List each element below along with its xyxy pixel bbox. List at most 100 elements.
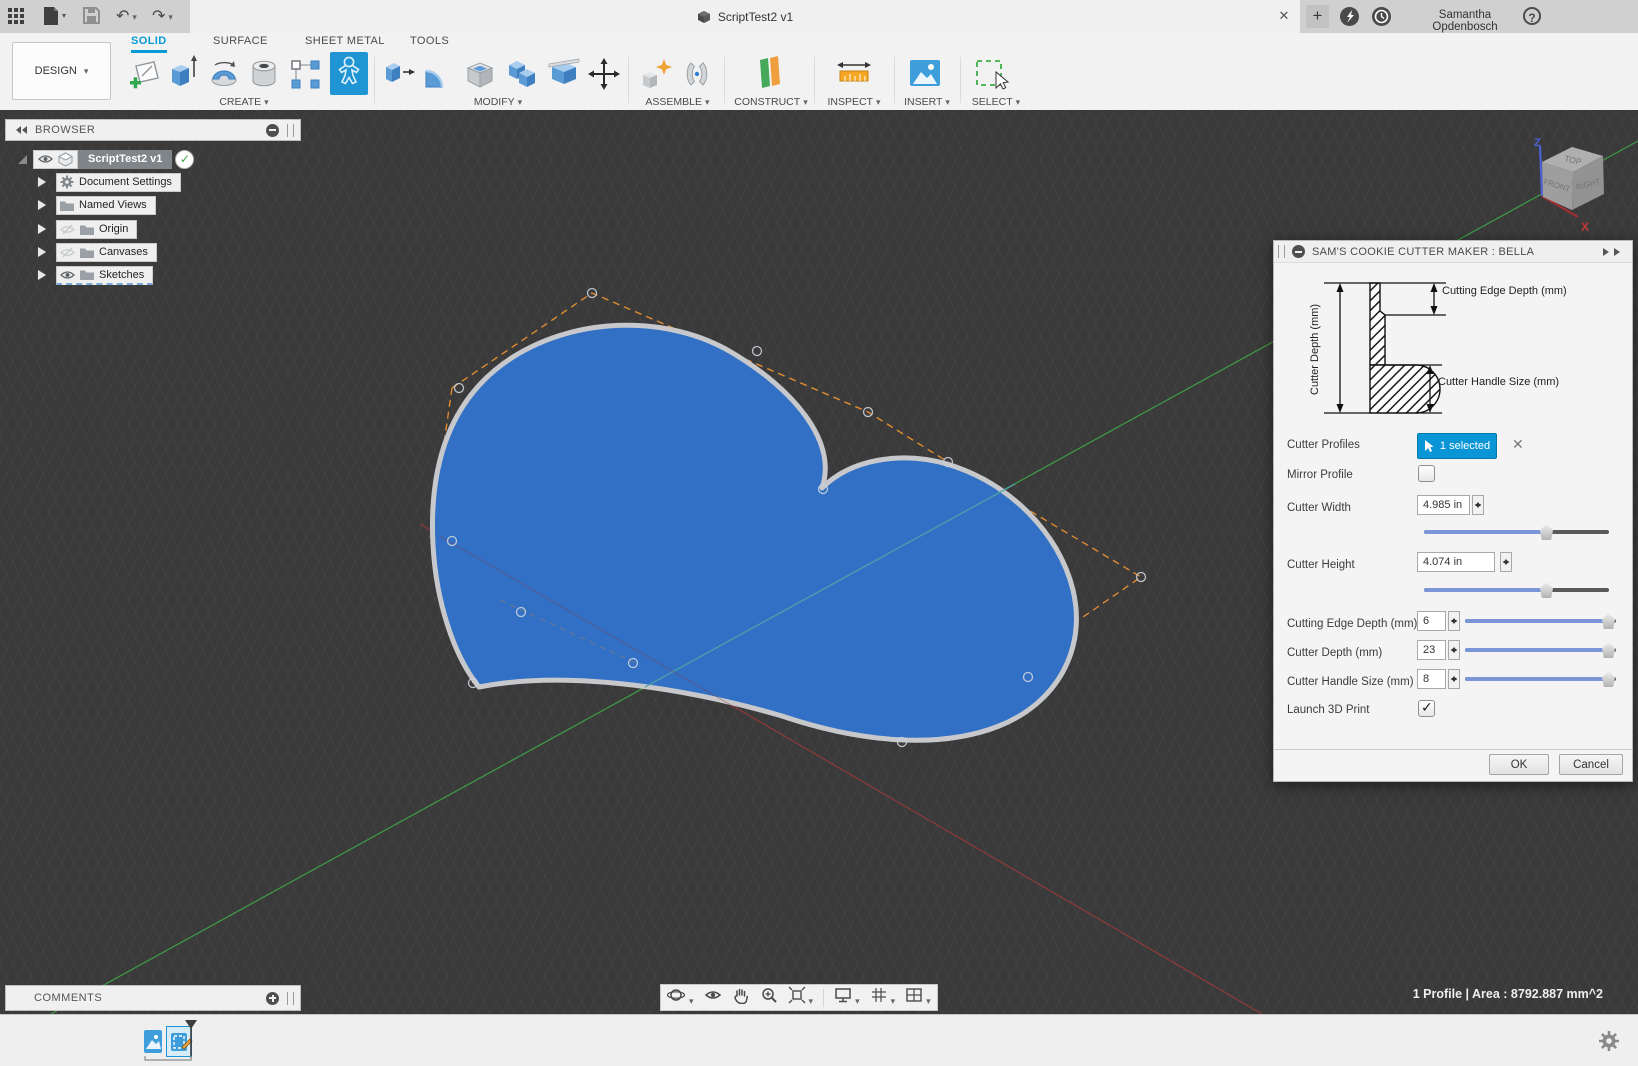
file-menu-icon[interactable] [42, 6, 68, 26]
redo-icon[interactable]: ↷ [152, 6, 173, 26]
create-sketch-icon[interactable] [128, 57, 162, 96]
launch-3d-print-checkbox[interactable] [1418, 700, 1435, 717]
group-modify[interactable]: MODIFY [468, 96, 528, 108]
cutter-width-slider[interactable] [1424, 530, 1609, 534]
cancel-button[interactable]: Cancel [1559, 754, 1623, 775]
pattern-icon[interactable] [288, 57, 322, 96]
cutter-height-input[interactable] [1417, 552, 1495, 572]
document-tab[interactable]: ScriptTest2 v1 ✕ [190, 0, 1300, 33]
group-select[interactable]: SELECT [966, 96, 1026, 108]
new-tab-button[interactable]: + [1306, 5, 1329, 28]
close-tab-icon[interactable]: ✕ [1276, 8, 1292, 24]
cutter-handle-size-input[interactable] [1417, 669, 1446, 689]
visibility-off-eye-icon[interactable] [60, 224, 75, 235]
tab-surface[interactable]: SURFACE [213, 35, 268, 47]
dialog-dock-icon[interactable] [1603, 248, 1624, 256]
dialog-drag-handle[interactable] [1278, 245, 1285, 258]
tab-tools[interactable]: TOOLS [410, 35, 449, 47]
timeline-settings-gear-icon[interactable] [1598, 1030, 1620, 1057]
revolve-icon[interactable] [206, 57, 242, 96]
extensions-icon[interactable] [1340, 7, 1359, 26]
browser-drag-handle[interactable] [287, 124, 294, 137]
group-construct[interactable]: CONSTRUCT [730, 96, 812, 108]
cutting-edge-depth-stepper[interactable] [1448, 611, 1460, 631]
cutter-depth-slider[interactable] [1465, 648, 1616, 652]
hole-icon[interactable] [246, 57, 282, 96]
group-insert[interactable]: INSERT [898, 96, 956, 108]
cutter-depth-input[interactable] [1417, 640, 1446, 660]
joint-icon[interactable] [680, 57, 714, 98]
cutter-height-stepper[interactable] [1500, 552, 1512, 572]
extrude-icon[interactable] [166, 53, 200, 96]
cookie-cutter-maker-icon[interactable] [330, 52, 368, 95]
visibility-eye-icon[interactable] [60, 270, 75, 280]
cutter-handle-size-stepper[interactable] [1448, 669, 1460, 689]
cutter-profiles-select-button[interactable]: 1 selected [1417, 433, 1497, 459]
cutter-height-slider[interactable] [1424, 588, 1609, 592]
mirror-profile-checkbox[interactable] [1418, 465, 1435, 482]
timeline-canvas-feature[interactable] [144, 1030, 162, 1053]
cutter-width-input[interactable] [1417, 495, 1470, 515]
user-name[interactable]: Samantha Opdenbosch [1405, 9, 1525, 33]
look-at-icon[interactable] [704, 986, 722, 1009]
shell-icon[interactable] [462, 57, 498, 96]
split-body-icon[interactable] [546, 53, 584, 96]
tree-row-root[interactable]: ScriptTest2 v1 ✓ [18, 149, 194, 169]
tree-row-canvases[interactable]: Canvases [38, 242, 157, 262]
collapse-browser-icon[interactable] [12, 126, 27, 134]
tree-row-named-views[interactable]: Named Views [38, 195, 156, 215]
new-component-icon[interactable] [638, 57, 674, 98]
cutting-edge-depth-input[interactable] [1417, 611, 1446, 631]
design-workspace-button[interactable]: DESIGN [12, 42, 111, 100]
visibility-off-eye-icon[interactable] [60, 247, 75, 258]
tree-root-label[interactable]: ScriptTest2 v1 [78, 150, 172, 169]
undo-icon[interactable]: ↶ [116, 6, 137, 26]
press-pull-icon[interactable] [382, 53, 416, 96]
comments-drag-handle[interactable] [287, 992, 294, 1005]
grid-snaps-icon[interactable] [870, 986, 896, 1009]
cutter-width-stepper[interactable] [1472, 495, 1484, 515]
browser-minimize-icon[interactable] [266, 124, 279, 137]
display-settings-icon[interactable] [834, 986, 860, 1009]
expand-arrow-icon[interactable] [38, 224, 51, 234]
app-grid-icon[interactable] [8, 8, 26, 26]
group-create[interactable]: CREATE [214, 96, 274, 108]
add-comment-icon[interactable] [266, 992, 279, 1005]
viewports-icon[interactable] [905, 986, 931, 1009]
ok-button[interactable]: OK [1489, 754, 1549, 775]
browser-panel-header[interactable]: BROWSER [5, 119, 301, 141]
expand-arrow-icon[interactable] [38, 200, 51, 210]
clear-selection-icon[interactable]: ✕ [1512, 436, 1524, 453]
job-status-icon[interactable] [1372, 7, 1391, 26]
move-copy-icon[interactable] [588, 58, 620, 95]
window-select-icon[interactable] [972, 57, 1012, 98]
timeline-position-marker[interactable] [183, 1019, 199, 1059]
insert-image-icon[interactable] [906, 57, 944, 96]
expand-arrow-icon[interactable] [38, 177, 51, 187]
pan-icon[interactable] [732, 986, 750, 1009]
dialog-header[interactable]: SAM'S COOKIE CUTTER MAKER : BELLA [1274, 241, 1632, 263]
fillet-icon[interactable] [420, 57, 456, 96]
expand-arrow-icon[interactable] [38, 247, 51, 257]
fit-icon[interactable] [788, 986, 814, 1009]
tree-row-origin[interactable]: Origin [38, 219, 137, 239]
comments-panel[interactable]: COMMENTS [5, 985, 301, 1011]
tab-sheet-metal[interactable]: SHEET METAL [305, 35, 385, 47]
group-inspect[interactable]: INSPECT [822, 96, 886, 108]
visibility-eye-icon[interactable] [38, 154, 53, 164]
tab-solid[interactable]: SOLID [131, 35, 167, 53]
combine-icon[interactable] [504, 53, 542, 96]
expand-icon[interactable] [18, 155, 27, 164]
cutter-handle-size-slider[interactable] [1465, 677, 1616, 681]
orbit-icon[interactable] [667, 986, 694, 1009]
tree-row-document-settings[interactable]: Document Settings [38, 172, 181, 192]
tree-row-sketches[interactable]: Sketches [38, 265, 153, 285]
construction-plane-icon[interactable] [748, 53, 788, 98]
cutter-depth-stepper[interactable] [1448, 640, 1460, 660]
zoom-icon[interactable] [760, 986, 778, 1009]
expand-arrow-icon[interactable] [38, 270, 51, 280]
help-icon[interactable]: ? [1523, 7, 1541, 25]
measure-icon[interactable] [834, 58, 874, 97]
save-icon[interactable] [83, 7, 100, 24]
cutting-edge-depth-slider[interactable] [1465, 619, 1616, 623]
